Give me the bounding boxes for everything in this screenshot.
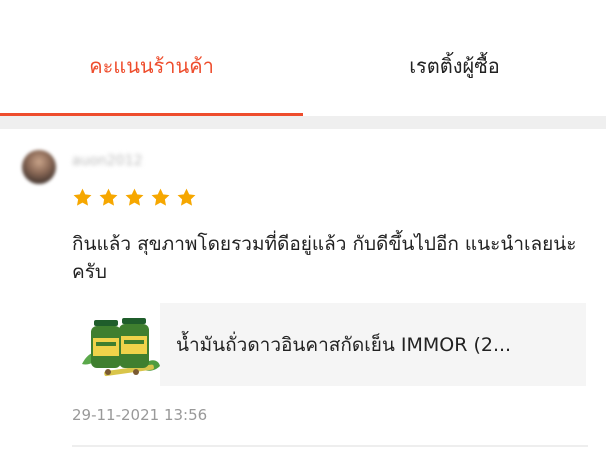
top-strip	[0, 0, 606, 16]
product-title: น้ำมันถั่วดาวอินคาสกัดเย็น IMMOR (2...	[176, 333, 512, 356]
tab-shop-rating[interactable]: คะแนนร้านค้า	[0, 16, 303, 116]
tab-shop-rating-label: คะแนนร้านค้า	[89, 54, 214, 78]
review-bottom-divider	[72, 445, 588, 447]
avatar[interactable]	[22, 150, 56, 184]
star-icon	[99, 188, 118, 206]
review-item: auon2012 กินแล้ว สุขภาพโดยรวมที่ดีอยู่แล…	[0, 129, 606, 450]
star-icon	[73, 188, 92, 206]
tab-buyer-rating[interactable]: เรตติ้งผู้ซื้อ	[303, 16, 606, 116]
product-card[interactable]: น้ำมันถั่วดาวอินคาสกัดเย็น IMMOR (2...	[78, 302, 586, 386]
rating-tabs: คะแนนร้านค้า เรตติ้งผู้ซื้อ	[0, 16, 606, 116]
product-title-box[interactable]: น้ำมันถั่วดาวอินคาสกัดเย็น IMMOR (2...	[160, 303, 586, 386]
reviewer-username: auon2012	[72, 153, 143, 169]
star-icon	[151, 188, 170, 206]
review-timestamp: 29-11-2021 13:56	[72, 406, 208, 424]
review-comment: กินแล้ว สุขภาพโดยรวมที่ดีอยู่แล้ว กับดีข…	[72, 233, 577, 283]
star-icon	[125, 188, 144, 206]
star-rating	[72, 187, 197, 208]
section-divider	[0, 116, 606, 129]
star-icon	[177, 188, 196, 206]
product-thumbnail[interactable]	[78, 312, 162, 380]
tab-buyer-rating-label: เรตติ้งผู้ซื้อ	[409, 54, 500, 78]
